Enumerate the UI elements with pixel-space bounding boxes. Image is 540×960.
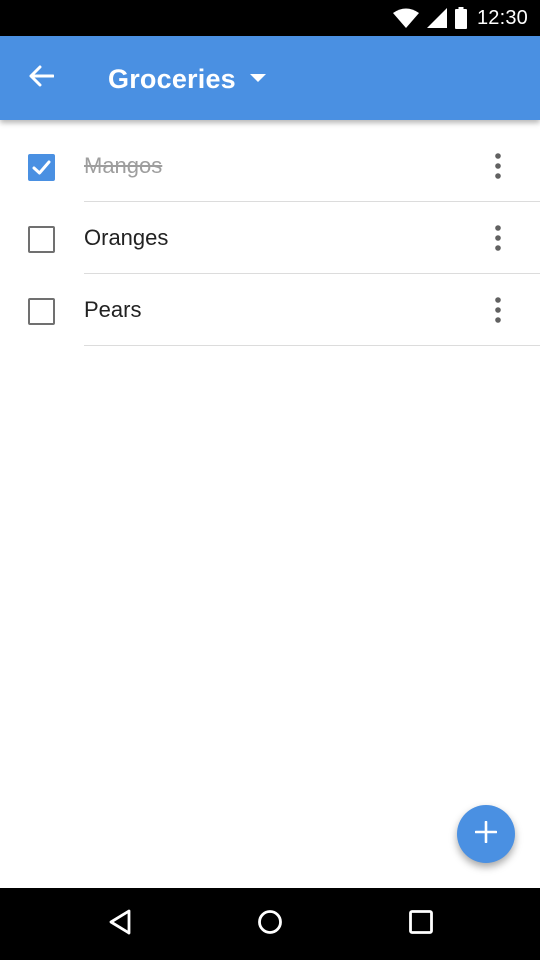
nav-back-button[interactable]: [98, 904, 142, 944]
item-checkbox-oranges[interactable]: [28, 226, 55, 253]
more-vert-icon: [495, 224, 501, 256]
more-vert-icon: [495, 152, 501, 184]
item-more-button[interactable]: [482, 222, 514, 258]
caret-down-icon: [249, 74, 266, 84]
item-label[interactable]: Pears: [84, 297, 141, 323]
more-vert-icon: [495, 296, 501, 328]
back-triangle-icon: [108, 909, 132, 940]
battery-icon: [454, 7, 467, 29]
list-title-dropdown[interactable]: Groceries: [108, 56, 266, 102]
plus-icon: [474, 820, 498, 848]
system-nav-bar: [0, 888, 540, 960]
cell-signal-icon: [426, 8, 447, 28]
page-title: Groceries: [108, 63, 236, 94]
divider: [84, 345, 540, 346]
nav-home-button[interactable]: [248, 904, 292, 944]
back-button[interactable]: [16, 58, 66, 98]
item-checkbox-pears[interactable]: [28, 298, 55, 325]
add-item-button[interactable]: [457, 805, 515, 863]
nav-recents-button[interactable]: [399, 904, 443, 944]
status-time: 12:30: [476, 6, 528, 29]
grocery-list: Mangos Oranges Pears: [0, 130, 540, 346]
list-item: Oranges: [0, 202, 540, 274]
item-more-button[interactable]: [482, 294, 514, 330]
item-label[interactable]: Mangos: [84, 153, 162, 179]
list-item: Pears: [0, 274, 540, 346]
status-bar: 12:30: [0, 0, 540, 36]
item-checkbox-mangos[interactable]: [28, 154, 55, 181]
item-label[interactable]: Oranges: [84, 225, 168, 251]
item-more-button[interactable]: [482, 150, 514, 186]
arrow-back-icon: [28, 65, 55, 92]
home-circle-icon: [257, 909, 283, 940]
wifi-icon: [392, 8, 419, 28]
app-bar: Groceries: [0, 36, 540, 120]
recents-square-icon: [408, 909, 434, 940]
list-item: Mangos: [0, 130, 540, 202]
